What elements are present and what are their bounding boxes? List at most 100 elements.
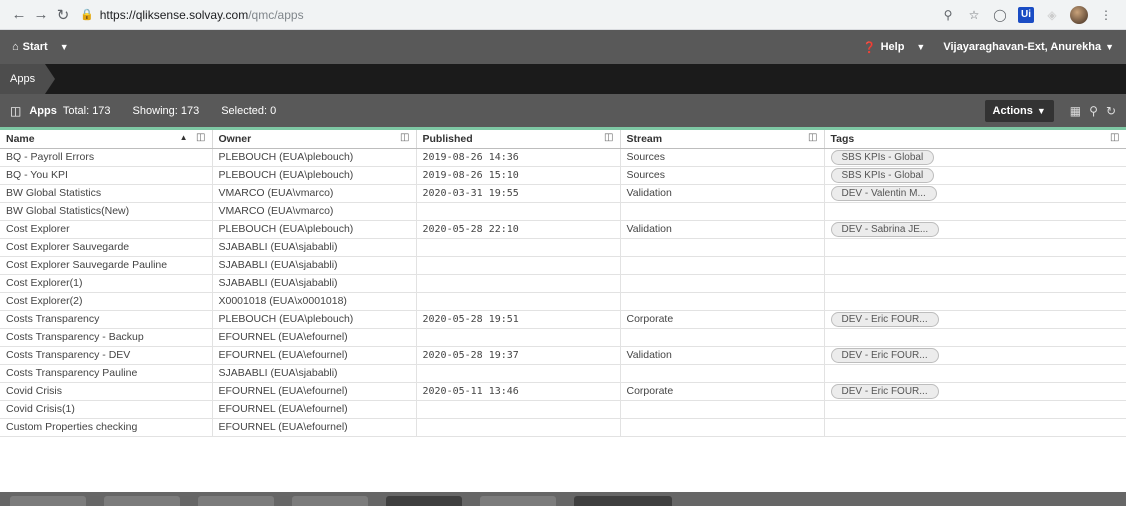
- table-row[interactable]: Cost Explorer(1) SJABABLI (EUA\sjababli): [0, 274, 1126, 293]
- cell-published: 2020-05-28 19:37: [416, 346, 621, 365]
- cell-name: Custom Properties checking: [0, 418, 213, 437]
- table-row[interactable]: Costs Transparency Pauline SJABABLI (EUA\…: [0, 364, 1126, 383]
- cell-stream: Validation: [620, 346, 825, 365]
- cell-name: BW Global Statistics: [0, 184, 213, 203]
- menu-kebab-icon[interactable]: ⋮: [1098, 7, 1114, 23]
- bottom-button[interactable]: [292, 496, 368, 506]
- search-icon[interactable]: ⚲: [1089, 104, 1098, 118]
- sort-ascending-icon[interactable]: ▲: [180, 133, 188, 142]
- breadcrumb: Apps: [0, 64, 1126, 94]
- table-row[interactable]: Covid Crisis(1) EFOURNEL (EUA\efournel): [0, 400, 1126, 419]
- key-icon[interactable]: ⚲: [940, 7, 956, 23]
- cell-stream: [620, 292, 825, 311]
- table-row[interactable]: Cost Explorer Sauvegarde Pauline SJABABLI…: [0, 256, 1126, 275]
- cell-stream: Sources: [620, 166, 825, 185]
- total-count: Total: 173: [62, 104, 111, 117]
- column-selector-icon[interactable]: ▦: [1070, 104, 1081, 118]
- table-row[interactable]: BQ - You KPI PLEBOUCH (EUA\plebouch) 2019-…: [0, 166, 1126, 185]
- table-row[interactable]: Costs Transparency - DEV EFOURNEL (EUA\ef…: [0, 346, 1126, 365]
- cell-stream: Validation: [620, 220, 825, 239]
- cell-published: [416, 400, 621, 419]
- tag-pill: DEV - Eric FOUR...: [830, 311, 939, 327]
- filter-icon[interactable]: ◫: [604, 132, 613, 143]
- bottom-button[interactable]: [574, 496, 672, 506]
- cell-published: 2020-03-31 19:55: [416, 184, 621, 203]
- cell-tags: [824, 202, 1126, 221]
- filter-icon[interactable]: ◫: [1110, 132, 1119, 143]
- cell-stream: Sources: [620, 148, 825, 167]
- cell-published: [416, 418, 621, 437]
- cell-stream: [620, 328, 825, 347]
- cell-stream: Corporate: [620, 382, 825, 401]
- extension-circle-icon[interactable]: ◯: [992, 7, 1008, 23]
- column-header-owner[interactable]: Owner ◫: [212, 130, 417, 149]
- cell-owner: PLEBOUCH (EUA\plebouch): [212, 166, 417, 185]
- table-row[interactable]: Costs Transparency PLEBOUCH (EUA\plebouch…: [0, 310, 1126, 329]
- filter-icon[interactable]: ◫: [400, 132, 409, 143]
- cell-name: Costs Transparency - DEV: [0, 346, 213, 365]
- bottom-button[interactable]: [480, 496, 556, 506]
- table-row[interactable]: Covid Crisis EFOURNEL (EUA\efournel) 2020-…: [0, 382, 1126, 401]
- user-menu[interactable]: Vijayaraghavan-Ext, Anurekha ▼: [943, 41, 1114, 53]
- cell-owner: EFOURNEL (EUA\efournel): [212, 400, 417, 419]
- column-header-name[interactable]: Name ▲ ◫: [0, 130, 213, 149]
- cell-owner: SJABABLI (EUA\sjababli): [212, 274, 417, 293]
- browser-toolbar: ← → ↻ 🔒 https://qliksense.solvay.com/qmc…: [0, 0, 1126, 30]
- table-row[interactable]: BW Global Statistics VMARCO (EUA\vmarco) 2…: [0, 184, 1126, 203]
- cell-published: [416, 274, 621, 293]
- cell-stream: [620, 256, 825, 275]
- back-arrow-icon[interactable]: ←: [8, 4, 30, 26]
- cell-tags: DEV - Eric FOUR...: [824, 310, 1126, 329]
- cell-name: Covid Crisis(1): [0, 400, 213, 419]
- forward-arrow-icon[interactable]: →: [30, 4, 52, 26]
- bottom-button[interactable]: [198, 496, 274, 506]
- start-menu[interactable]: ⌂ Start ▼: [12, 41, 69, 53]
- breadcrumb-apps[interactable]: Apps: [0, 64, 56, 94]
- profile-avatar[interactable]: [1070, 5, 1088, 24]
- reload-icon[interactable]: ↻: [52, 4, 74, 26]
- cell-name: Cost Explorer: [0, 220, 213, 239]
- bottom-button[interactable]: [386, 496, 462, 506]
- cell-owner: SJABABLI (EUA\sjababli): [212, 256, 417, 275]
- tag-pill: DEV - Eric FOUR...: [830, 347, 939, 363]
- bottom-button[interactable]: [10, 496, 86, 506]
- cell-name: Costs Transparency - Backup: [0, 328, 213, 347]
- chevron-down-icon: ▼: [1105, 42, 1114, 52]
- url-host: https://qliksense.solvay.com: [99, 7, 249, 22]
- cell-published: [416, 364, 621, 383]
- tag-pill: DEV - Eric FOUR...: [830, 383, 939, 399]
- cell-published: [416, 238, 621, 257]
- cell-published: [416, 292, 621, 311]
- apps-icon: ◫: [10, 103, 22, 118]
- cell-owner: EFOURNEL (EUA\efournel): [212, 382, 417, 401]
- table-row[interactable]: Cost Explorer Sauvegarde SJABABLI (EUA\sj…: [0, 238, 1126, 257]
- column-header-published[interactable]: Published ◫: [416, 130, 621, 149]
- cell-owner: EFOURNEL (EUA\efournel): [212, 418, 417, 437]
- extension-shield-icon[interactable]: ◈: [1044, 7, 1060, 23]
- cell-name: Cost Explorer Sauvegarde Pauline: [0, 256, 213, 275]
- table-row[interactable]: Custom Properties checking EFOURNEL (EUA\…: [0, 418, 1126, 437]
- table-row[interactable]: BQ - Payroll Errors PLEBOUCH (EUA\plebouc…: [0, 148, 1126, 167]
- refresh-icon[interactable]: ↻: [1106, 104, 1116, 118]
- table-row[interactable]: BW Global Statistics(New) VMARCO (EUA\vma…: [0, 202, 1126, 221]
- cell-stream: [620, 418, 825, 437]
- table-row[interactable]: Cost Explorer PLEBOUCH (EUA\plebouch) 2020…: [0, 220, 1126, 239]
- column-header-stream[interactable]: Stream ◫: [620, 130, 825, 149]
- filter-icon[interactable]: ◫: [196, 132, 205, 143]
- cell-stream: [620, 202, 825, 221]
- actions-button[interactable]: Actions ▼: [984, 99, 1054, 122]
- table-row[interactable]: Costs Transparency - Backup EFOURNEL (EUA…: [0, 328, 1126, 347]
- cell-published: [416, 328, 621, 347]
- address-bar[interactable]: 🔒 https://qliksense.solvay.com/qmc/apps: [80, 4, 940, 26]
- uipath-extension-icon[interactable]: Ui: [1018, 6, 1034, 23]
- filter-icon[interactable]: ◫: [808, 132, 817, 143]
- cell-owner: PLEBOUCH (EUA\plebouch): [212, 220, 417, 239]
- star-icon[interactable]: ☆: [966, 7, 982, 23]
- column-header-tags[interactable]: Tags ◫: [824, 130, 1126, 149]
- help-menu[interactable]: ❓ Help ▼: [863, 41, 925, 54]
- cell-tags: SBS KPIs - Global: [824, 148, 1126, 167]
- bottom-button[interactable]: [104, 496, 180, 506]
- table-row[interactable]: Cost Explorer(2) X0001018 (EUA\x0001018): [0, 292, 1126, 311]
- chevron-down-icon: ▼: [916, 42, 926, 52]
- cell-published: 2019-08-26 14:36: [416, 148, 621, 167]
